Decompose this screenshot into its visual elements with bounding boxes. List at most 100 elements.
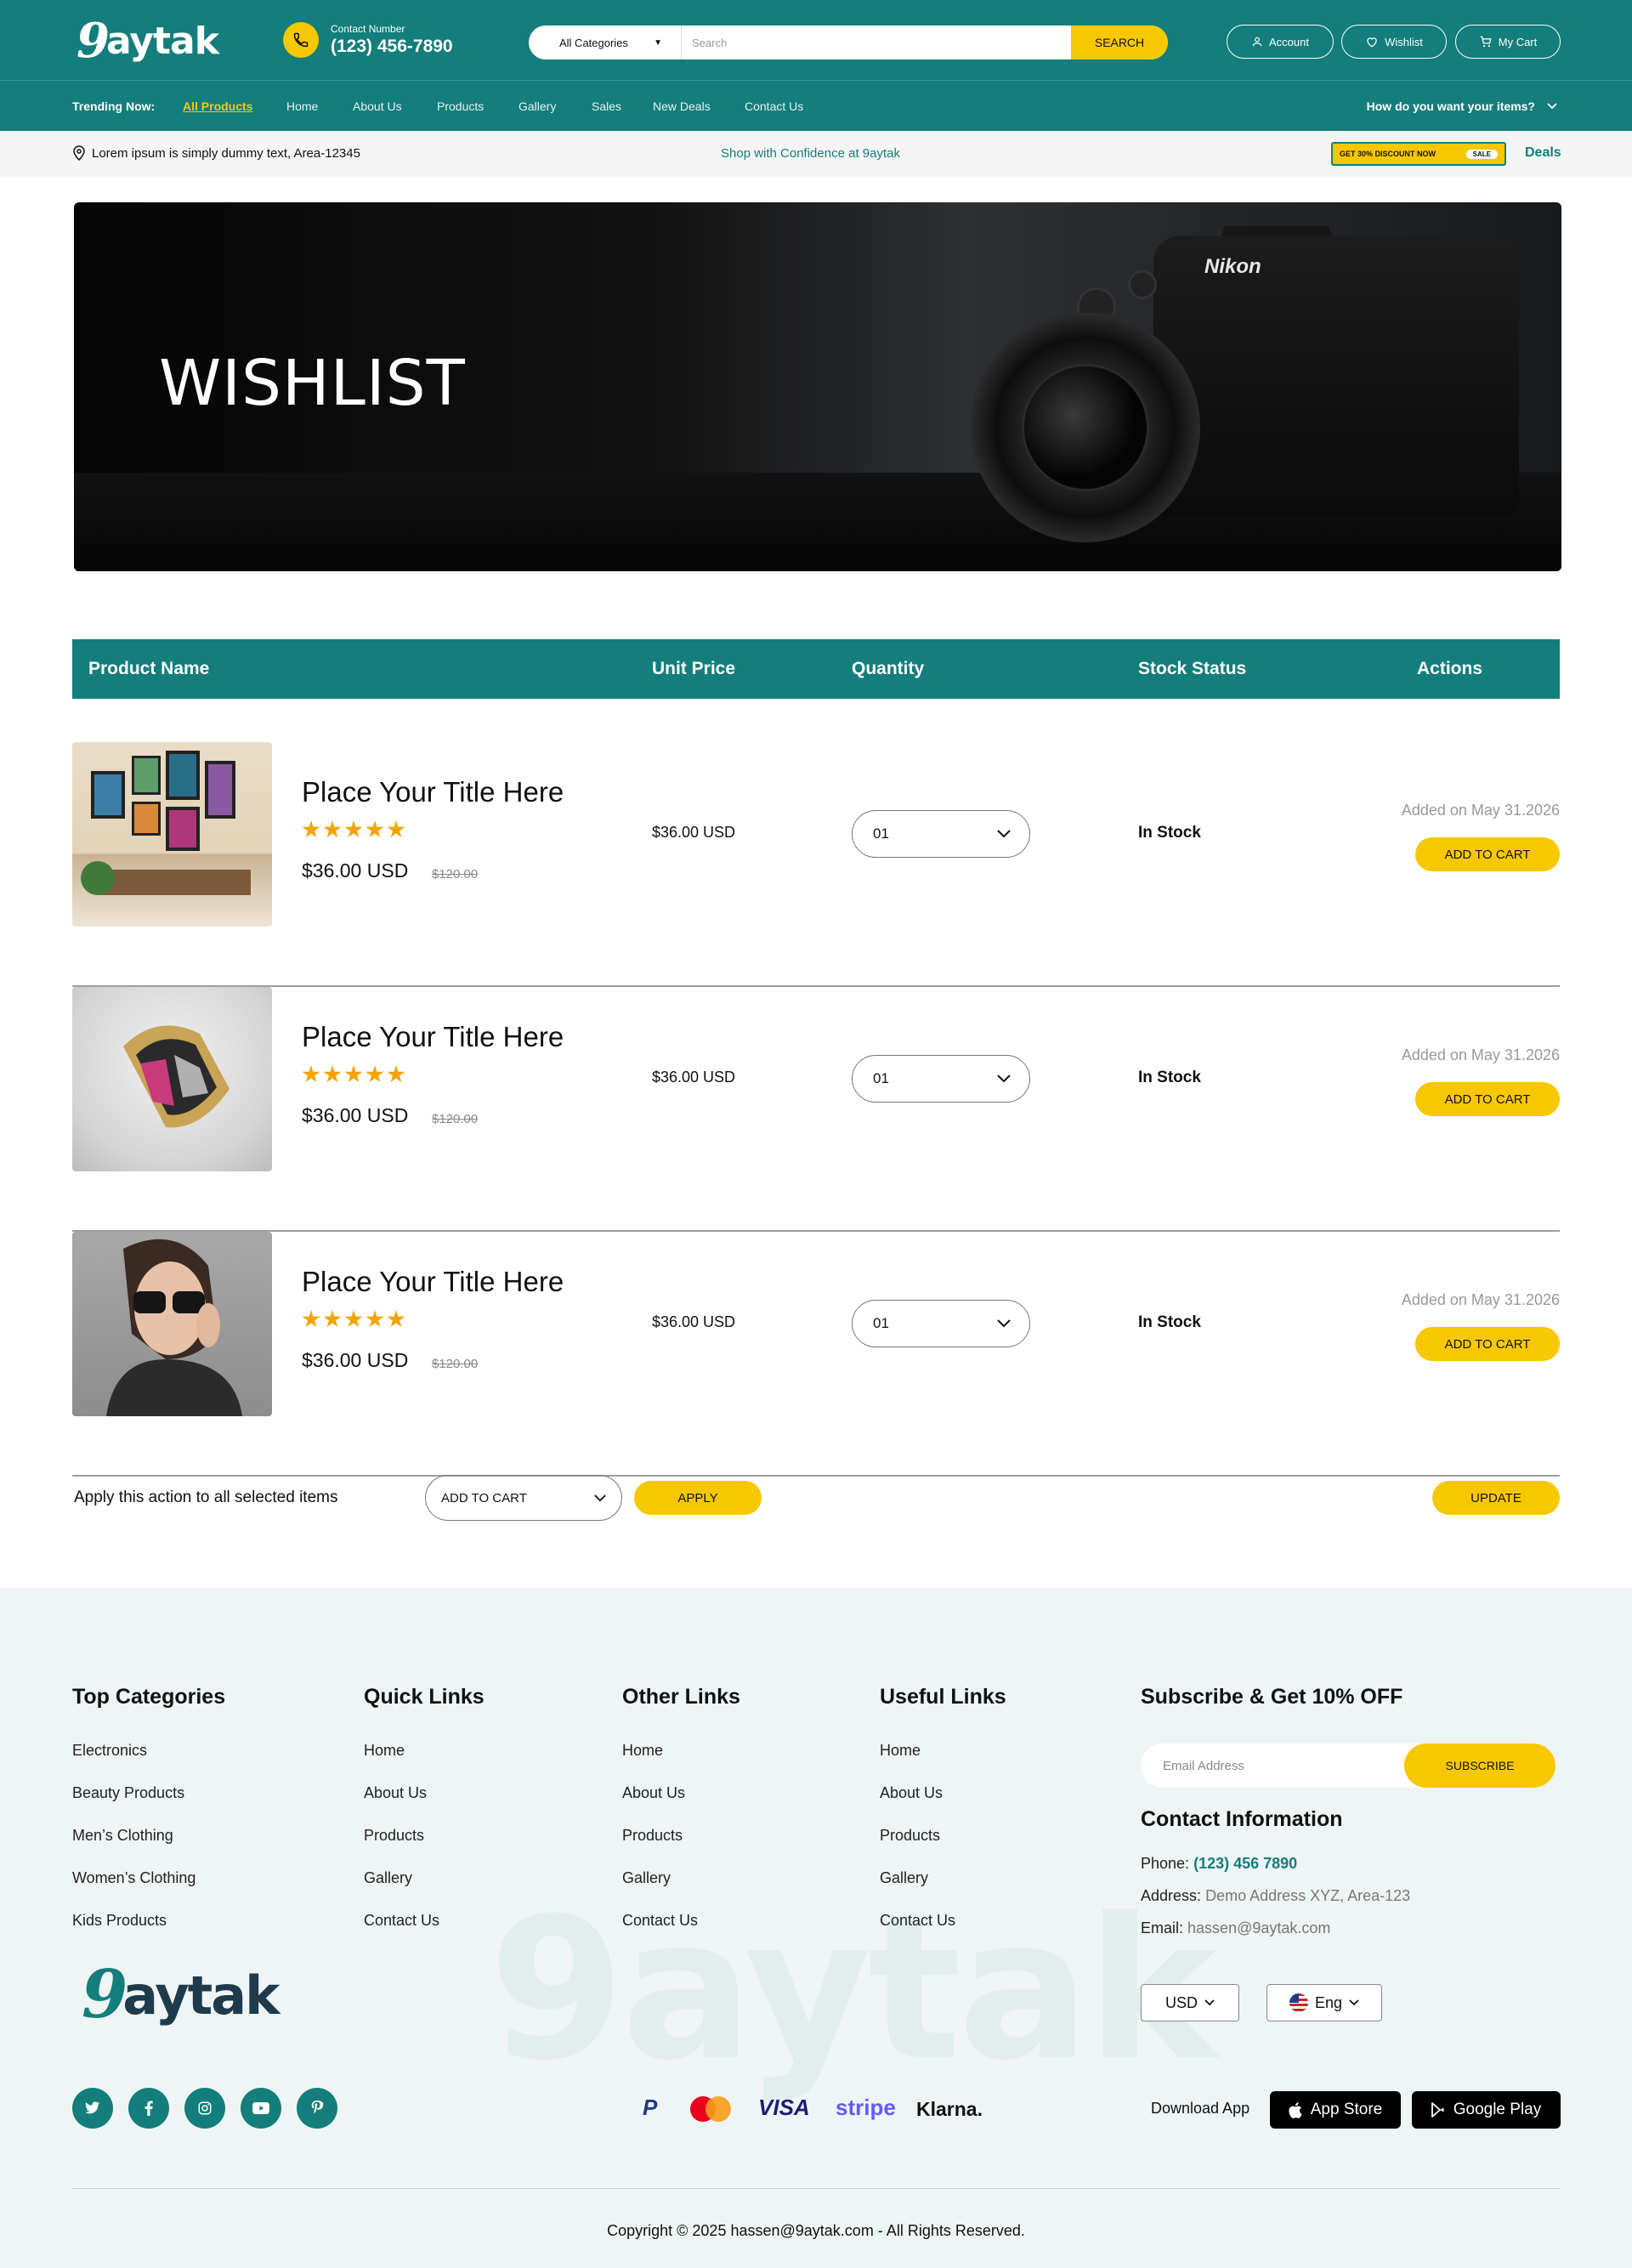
footer-link[interactable]: About Us	[622, 1783, 740, 1803]
product-image[interactable]	[72, 987, 272, 1171]
product-image[interactable]	[72, 742, 272, 927]
app-store-button[interactable]: App Store	[1270, 2091, 1401, 2129]
info-bar: Lorem ipsum is simply dummy text, Area-1…	[0, 131, 1632, 177]
product-old-price: $120.00	[432, 867, 479, 882]
footer-link[interactable]: Men’s Clothing	[72, 1825, 225, 1846]
nav-item-home[interactable]: Home	[286, 99, 318, 113]
star-icon	[302, 1310, 320, 1328]
footer-link[interactable]: Beauty Products	[72, 1783, 225, 1803]
email-field[interactable]	[1141, 1744, 1404, 1788]
subscribe-button[interactable]: SUBSCRIBE	[1404, 1744, 1556, 1788]
chevron-down-icon	[997, 830, 1011, 838]
instagram-icon[interactable]	[184, 2088, 225, 2129]
quantity-select[interactable]: 01	[852, 1055, 1030, 1103]
wishlist-button[interactable]: Wishlist	[1341, 25, 1447, 59]
nav-item-sales[interactable]: Sales	[592, 99, 621, 113]
pinterest-icon[interactable]	[297, 2088, 337, 2129]
discount-badge[interactable]: GET 30% DISCOUNT NOW SALE	[1331, 142, 1506, 166]
product-image[interactable]	[72, 1232, 272, 1416]
user-icon	[1252, 37, 1262, 47]
youtube-icon[interactable]	[241, 2088, 281, 2129]
footer-link[interactable]: Home	[880, 1740, 1006, 1761]
unit-price: $36.00 USD	[652, 1069, 736, 1086]
nav-item-gallery[interactable]: Gallery	[518, 99, 556, 113]
nav-item-products[interactable]: Products	[437, 99, 484, 113]
add-to-cart-button[interactable]: ADD TO CART	[1415, 1082, 1560, 1116]
product-title[interactable]: Place Your Title Here	[302, 1266, 564, 1298]
footer-link[interactable]: Kids Products	[72, 1910, 225, 1931]
footer-link[interactable]: Women’s Clothing	[72, 1868, 225, 1888]
star-icon	[302, 1065, 320, 1083]
delivery-options-dropdown[interactable]: How do you want your items?	[1367, 99, 1557, 113]
contact-label: Contact Number	[331, 23, 405, 35]
wishlist-table-header: Product Name Unit Price Quantity Stock S…	[72, 639, 1560, 699]
star-icon	[344, 820, 363, 838]
subscribe-title: Subscribe & Get 10% OFF	[1141, 1685, 1403, 1709]
google-play-button[interactable]: Google Play	[1412, 2091, 1561, 2129]
quantity-select[interactable]: 01	[852, 1300, 1030, 1347]
site-logo[interactable]: 9 aytak	[76, 15, 219, 66]
footer-link[interactable]: Products	[880, 1825, 1006, 1846]
bulk-action-label: Apply this action to all selected items	[74, 1488, 338, 1506]
footer-column-useful-links: Useful Links Home About Us Products Gall…	[880, 1685, 1006, 1931]
contact-address: Address: Demo Address XYZ, Area-123	[1141, 1887, 1411, 1904]
search-input[interactable]	[682, 26, 1071, 60]
add-to-cart-button[interactable]: ADD TO CART	[1415, 837, 1560, 871]
add-to-cart-button[interactable]: ADD TO CART	[1415, 1327, 1560, 1361]
copyright-text: Copyright © 2025 hassen@9aytak.com - All…	[607, 2222, 1025, 2239]
bulk-action-select[interactable]: ADD TO CART	[425, 1475, 622, 1521]
column-header: Product Name	[88, 659, 210, 678]
quantity-select[interactable]: 01	[852, 810, 1030, 858]
footer-link[interactable]: About Us	[880, 1783, 1006, 1803]
footer-logo[interactable]: 9 aytak	[82, 1962, 280, 2028]
footer-link[interactable]: Products	[622, 1825, 740, 1846]
footer-link[interactable]: Gallery	[880, 1868, 1006, 1888]
language-select[interactable]: Eng	[1266, 1984, 1382, 2021]
top-header: 9 aytak Contact Number (123) 456-7890 Al…	[0, 0, 1632, 80]
column-header: Stock Status	[1138, 659, 1247, 678]
product-price: $36.00 USD	[302, 1104, 409, 1126]
nav-item-new-deals[interactable]: New Deals	[653, 99, 711, 113]
added-date: Added on May 31.2026	[1401, 1291, 1560, 1308]
search-button[interactable]: SEARCH	[1071, 26, 1168, 60]
nav-item-about-us[interactable]: About Us	[353, 99, 402, 113]
star-icon	[323, 1310, 342, 1328]
footer-link[interactable]: Gallery	[622, 1868, 740, 1888]
star-icon	[366, 1065, 384, 1083]
footer-link[interactable]: Gallery	[364, 1868, 484, 1888]
subscribe-form: SUBSCRIBE	[1141, 1744, 1556, 1788]
footer-link[interactable]: Home	[364, 1740, 484, 1761]
product-title[interactable]: Place Your Title Here	[302, 1021, 564, 1053]
footer-column-top-categories: Top Categories Electronics Beauty Produc…	[72, 1685, 226, 1931]
footer-link[interactable]: Contact Us	[364, 1910, 484, 1931]
footer-link[interactable]: About Us	[364, 1783, 484, 1803]
footer-link[interactable]: Contact Us	[880, 1910, 1006, 1931]
cart-button[interactable]: My Cart	[1455, 25, 1561, 59]
stock-status: In Stock	[1138, 1313, 1201, 1331]
star-rating	[302, 1310, 405, 1329]
nav-item-all-products[interactable]: All Products	[183, 99, 252, 113]
cart-icon	[1480, 36, 1492, 48]
footer-link[interactable]: Electronics	[72, 1740, 225, 1761]
footer-link[interactable]: Home	[622, 1740, 740, 1761]
deals-link[interactable]: Deals	[1525, 145, 1561, 161]
footer-link[interactable]: Products	[364, 1825, 484, 1846]
twitter-icon[interactable]	[72, 2088, 113, 2129]
nav-item-contact-us[interactable]: Contact Us	[745, 99, 803, 113]
stock-status: In Stock	[1138, 824, 1201, 842]
product-price: $36.00 USD	[302, 859, 409, 882]
account-button[interactable]: Account	[1227, 25, 1334, 59]
main-nav: Trending Now: All Products Home About Us…	[0, 80, 1632, 131]
star-icon	[387, 1310, 405, 1328]
facebook-icon[interactable]	[128, 2088, 169, 2129]
update-button[interactable]: UPDATE	[1432, 1481, 1560, 1515]
contact-number[interactable]: (123) 456-7890	[331, 37, 453, 57]
currency-select[interactable]: USD	[1141, 1984, 1239, 2021]
footer-link[interactable]: Contact Us	[622, 1910, 740, 1931]
table-row: Place Your Title Here $36.00 USD $120.00…	[72, 1232, 1560, 1477]
apply-button[interactable]: APPLY	[634, 1481, 762, 1515]
category-select[interactable]: All Categories ▼	[529, 26, 682, 60]
product-title[interactable]: Place Your Title Here	[302, 776, 564, 808]
added-date: Added on May 31.2026	[1401, 802, 1560, 819]
column-header: Unit Price	[652, 659, 736, 678]
